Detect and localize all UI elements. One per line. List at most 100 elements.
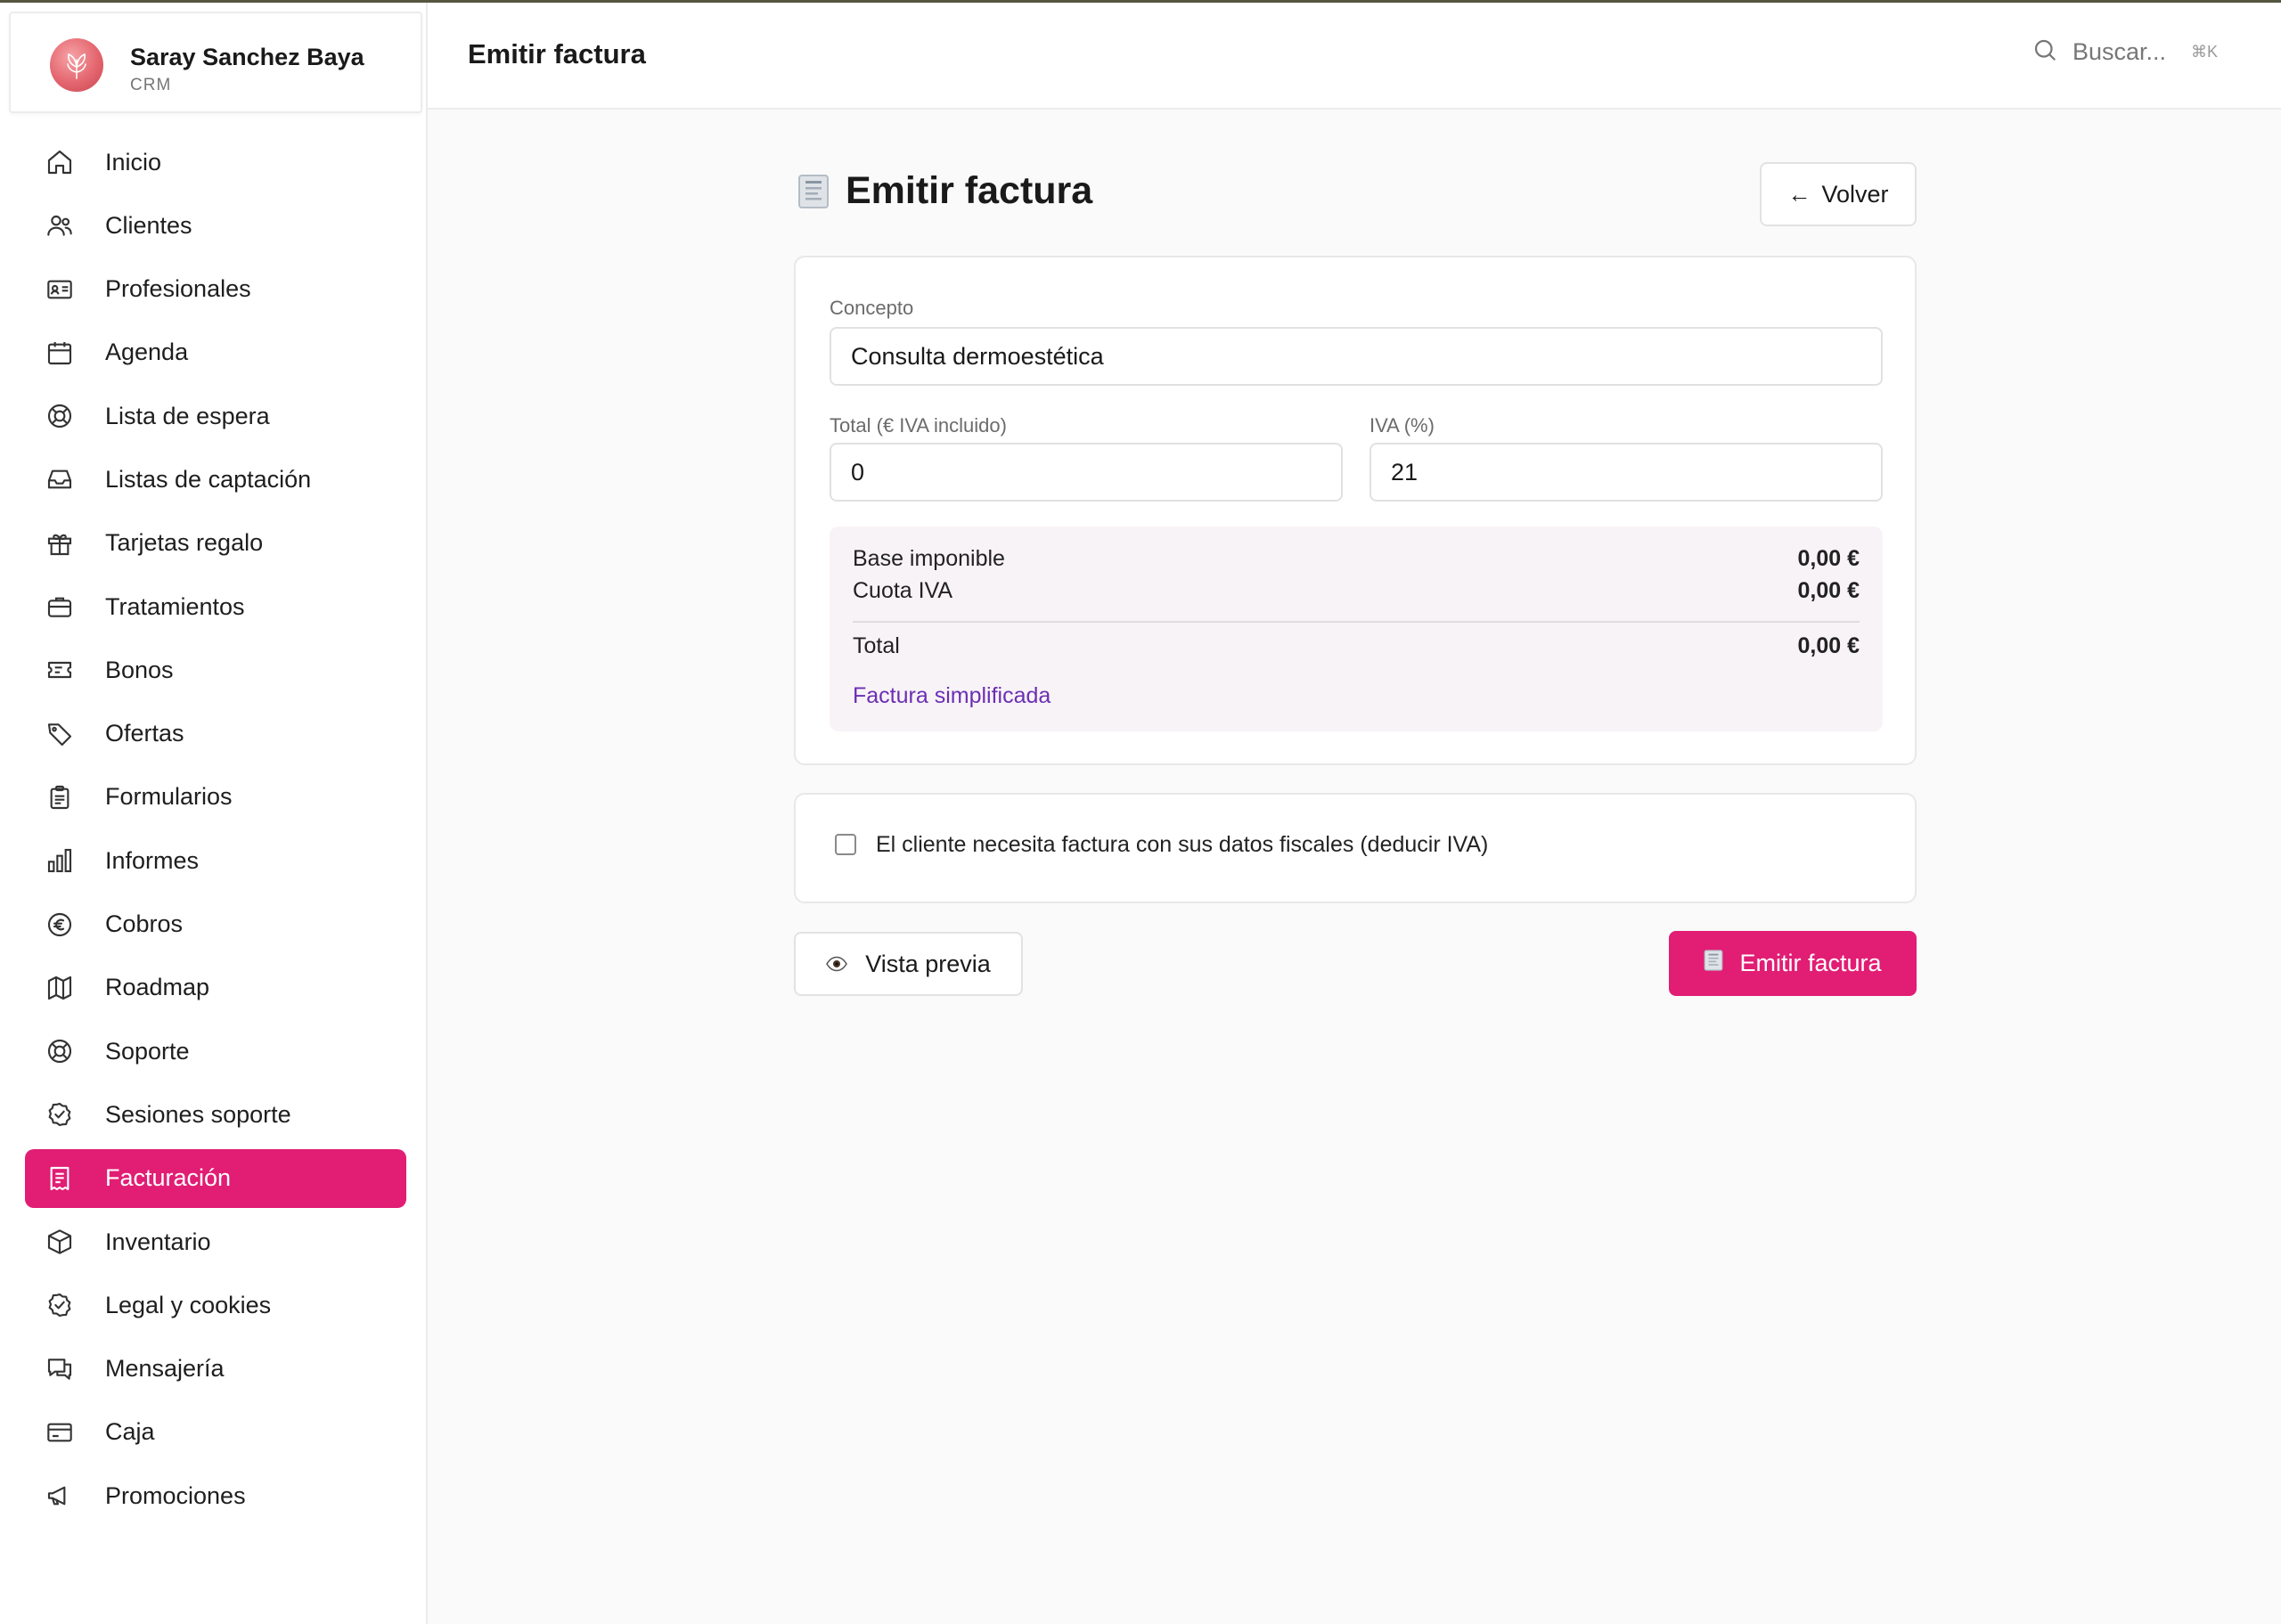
inbox-icon	[45, 464, 75, 494]
sidebar-item-label: Profesionales	[105, 275, 251, 303]
sidebar-item-label: Sesiones soporte	[105, 1100, 291, 1128]
clipboard-icon	[45, 782, 75, 812]
fiscal-data-checkbox[interactable]	[835, 834, 856, 855]
search-trigger[interactable]: Buscar... ⌘K	[2032, 37, 2218, 68]
sidebar-item-cobros[interactable]: Cobros	[25, 895, 406, 954]
users-icon	[45, 210, 75, 241]
cuota-iva-label: Cuota IVA	[853, 578, 953, 603]
sidebar-item-caja[interactable]: Caja	[25, 1403, 406, 1462]
emit-invoice-button[interactable]: Emitir factura	[1669, 931, 1917, 996]
sidebar-item-agenda[interactable]: Agenda	[25, 323, 406, 382]
search-placeholder: Buscar...	[2073, 38, 2167, 65]
shield-check-icon	[45, 1290, 75, 1320]
sidebar-item-formularios[interactable]: Formularios	[25, 768, 406, 827]
cuota-iva-value: 0,00 €	[1797, 578, 1860, 603]
sidebar-item-label: Mensajería	[105, 1355, 225, 1383]
sidebar-item-bonos[interactable]: Bonos	[25, 641, 406, 699]
home-icon	[45, 147, 75, 177]
receipt-icon	[45, 1163, 75, 1194]
base-imponible-row: Base imponible 0,00 €	[853, 546, 1860, 572]
iva-label: IVA (%)	[1369, 414, 1435, 437]
sidebar-item-label: Bonos	[105, 656, 174, 683]
sidebar-item-label: Promociones	[105, 1481, 246, 1509]
back-button[interactable]: ← Volver	[1760, 162, 1917, 226]
gift-icon	[45, 528, 75, 559]
sidebar-item-label: Legal y cookies	[105, 1291, 272, 1318]
ticket-icon	[45, 655, 75, 685]
sidebar-item-profesionales[interactable]: Profesionales	[25, 260, 406, 319]
sidebar-item-promociones[interactable]: Promociones	[25, 1466, 406, 1525]
sidebar-item-roadmap[interactable]: Roadmap	[25, 959, 406, 1017]
fiscal-data-checkbox-label[interactable]: El cliente necesita factura con sus dato…	[876, 832, 1488, 858]
total-summary-value: 0,00 €	[1797, 633, 1860, 658]
eye-icon	[826, 951, 848, 978]
calendar-icon	[45, 338, 75, 368]
sidebar: Saray Sanchez Baya CRM Inicio Clientes P…	[0, 3, 428, 1624]
sidebar-item-inicio[interactable]: Inicio	[25, 133, 406, 192]
sidebar-item-legal-y-cookies[interactable]: Legal y cookies	[25, 1276, 406, 1334]
badge-check-icon	[45, 1099, 75, 1130]
brand-name: Saray Sanchez Baya	[130, 44, 364, 70]
sidebar-item-label: Tarjetas regalo	[105, 529, 264, 557]
arrow-left-icon: ←	[1787, 180, 1811, 208]
sidebar-item-label: Roadmap	[105, 974, 210, 1001]
sidebar-item-label: Formularios	[105, 783, 233, 811]
sidebar-item-label: Agenda	[105, 339, 189, 366]
cuota-iva-row: Cuota IVA 0,00 €	[853, 578, 1860, 604]
brand-switcher[interactable]: Saray Sanchez Baya CRM	[9, 12, 422, 113]
invoice-type-link[interactable]: Factura simplificada	[853, 683, 1051, 709]
preview-button[interactable]: Vista previa	[794, 932, 1023, 996]
total-row: Total 0,00 €	[853, 633, 1860, 659]
total-input[interactable]: 0	[830, 443, 1343, 502]
back-button-label: Volver	[1821, 180, 1889, 208]
base-imponible-value: 0,00 €	[1797, 546, 1860, 571]
total-label: Total (€ IVA incluido)	[830, 414, 1007, 437]
sidebar-item-label: Tratamientos	[105, 592, 245, 620]
sidebar-item-tarjetas-regalo[interactable]: Tarjetas regalo	[25, 514, 406, 573]
megaphone-icon	[45, 1481, 75, 1511]
sidebar-item-sesiones-soporte[interactable]: Sesiones soporte	[25, 1085, 406, 1144]
sidebar-item-listas-de-captacion[interactable]: Listas de captación	[25, 450, 406, 509]
preview-button-label: Vista previa	[865, 950, 991, 977]
lifebuoy-icon	[45, 401, 75, 431]
map-icon	[45, 973, 75, 1003]
id-card-icon	[45, 274, 75, 305]
sidebar-item-tratamientos[interactable]: Tratamientos	[25, 577, 406, 636]
total-summary-label: Total	[853, 633, 900, 658]
invoice-form-card: Concepto Consulta dermoestética Total (€…	[794, 256, 1917, 765]
sidebar-item-lista-de-espera[interactable]: Lista de espera	[25, 387, 406, 445]
iva-input[interactable]: 21	[1369, 443, 1883, 502]
sidebar-item-soporte[interactable]: Soporte	[25, 1022, 406, 1081]
sidebar-item-ofertas[interactable]: Ofertas	[25, 705, 406, 763]
concepto-input[interactable]: Consulta dermoestética	[830, 327, 1883, 386]
sidebar-item-informes[interactable]: Informes	[25, 831, 406, 890]
sidebar-item-label: Caja	[105, 1418, 155, 1446]
sidebar-item-label: Lista de espera	[105, 402, 270, 429]
brand-logo	[50, 38, 103, 92]
chat-icon	[45, 1354, 75, 1384]
sidebar-item-facturacion[interactable]: Facturación	[25, 1148, 406, 1208]
summary-divider	[853, 621, 1860, 623]
tag-icon	[45, 719, 75, 749]
sidebar-item-label: Soporte	[105, 1037, 190, 1065]
search-shortcut: ⌘K	[2191, 43, 2219, 61]
sidebar-item-label: Inicio	[105, 148, 162, 175]
sidebar-nav: Inicio Clientes Profesionales Agenda Lis…	[25, 133, 406, 1530]
sidebar-item-label: Inventario	[105, 1228, 211, 1255]
sidebar-item-clientes[interactable]: Clientes	[25, 196, 406, 255]
invoice-summary: Base imponible 0,00 € Cuota IVA 0,00 € T…	[830, 526, 1883, 731]
sidebar-item-mensajeria[interactable]: Mensajería	[25, 1340, 406, 1399]
invoice-document-icon	[1704, 949, 1723, 978]
lifebuoy-icon	[45, 1036, 75, 1066]
top-header: Emitir factura Buscar... ⌘K	[428, 3, 2281, 110]
sidebar-item-label: Listas de captación	[105, 465, 312, 493]
invoice-document-icon	[797, 174, 830, 209]
fiscal-data-card: El cliente necesita factura con sus dato…	[794, 793, 1917, 903]
search-icon	[2032, 37, 2058, 68]
page-title: Emitir factura	[846, 169, 1093, 212]
box-icon	[45, 1227, 75, 1257]
concepto-label: Concepto	[830, 297, 914, 319]
sidebar-item-inventario[interactable]: Inventario	[25, 1212, 406, 1271]
emit-invoice-button-label: Emitir factura	[1739, 950, 1882, 976]
sidebar-item-label: Clientes	[105, 211, 192, 239]
